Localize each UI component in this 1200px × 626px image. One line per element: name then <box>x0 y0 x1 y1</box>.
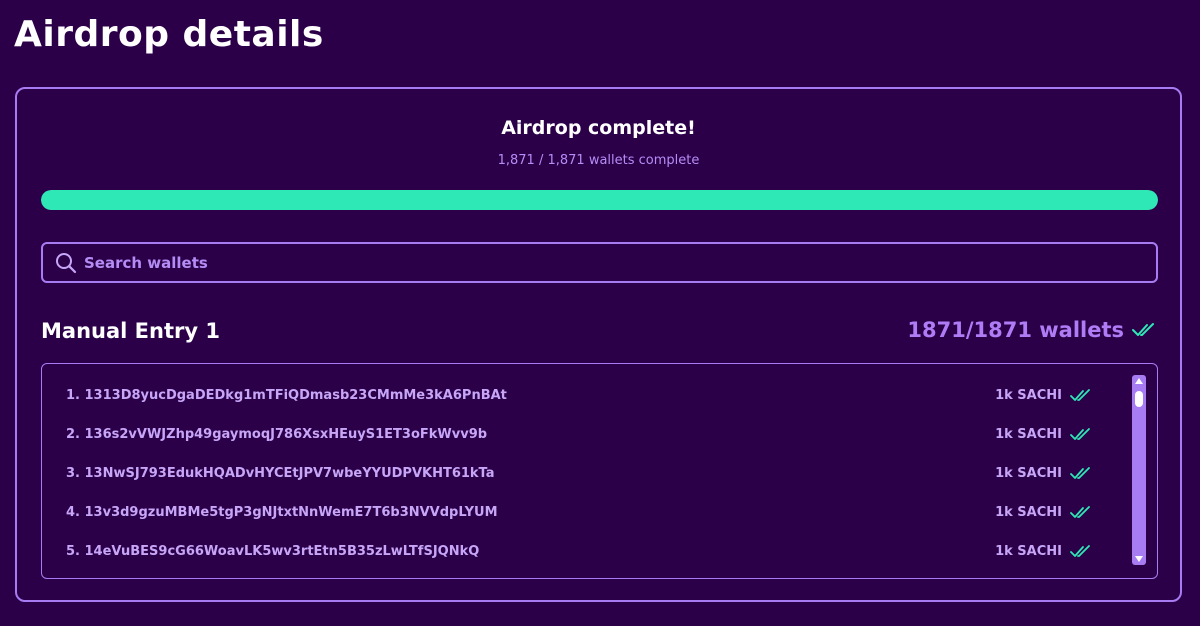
wallet-list[interactable]: 1. 1313D8yucDgaDEDkg1mTFiQDmasb23CMmMe3k… <box>41 363 1158 579</box>
wallet-amount-label: 1k SACHI <box>995 388 1062 403</box>
wallet-amount-label: 1k SACHI <box>995 544 1062 559</box>
wallet-amount: 1k SACHI <box>995 466 1092 481</box>
wallet-address: 3. 13NwSJ793EdukHQADvHYCEtJPV7wbeYYUDPVK… <box>66 466 495 481</box>
double-check-icon <box>1070 388 1092 403</box>
wallets-complete-text: 1,871 / 1,871 wallets complete <box>497 153 700 168</box>
wallet-row: 5. 14eVuBES9cG66WoavLK5wv3rtEtn5B35zLwLT… <box>42 532 1122 571</box>
wallet-amount: 1k SACHI <box>995 427 1092 442</box>
double-check-icon <box>1070 544 1092 559</box>
wallet-row: 3. 13NwSJ793EdukHQADvHYCEtJPV7wbeYYUDPVK… <box>42 454 1122 493</box>
group-wallet-count-label: 1871/1871 wallets <box>907 318 1124 342</box>
wallet-address: 2. 136s2vVWJZhp49gaymoqJ786XsxHEuyS1ET3o… <box>66 427 488 442</box>
wallet-address: 4. 13v3d9gzuMBMe5tgP3gNJtxtNnWemE7T6b3NV… <box>66 505 498 520</box>
wallet-address: 5. 14eVuBES9cG66WoavLK5wv3rtEtn5B35zLwLT… <box>66 544 480 559</box>
wallet-row: 2. 136s2vVWJZhp49gaymoqJ786XsxHEuyS1ET3o… <box>42 415 1122 454</box>
page-title: Airdrop details <box>14 14 324 55</box>
wallet-row: 4. 13v3d9gzuMBMe5tgP3gNJtxtNnWemE7T6b3NV… <box>42 493 1122 532</box>
double-check-icon <box>1070 466 1092 481</box>
wallet-amount: 1k SACHI <box>995 388 1092 403</box>
airdrop-details-page: Airdrop details Airdrop complete! 1,871 … <box>0 0 1200 626</box>
airdrop-progress-bar <box>41 190 1158 210</box>
wallet-amount: 1k SACHI <box>995 505 1092 520</box>
wallet-address: 1. 1313D8yucDgaDEDkg1mTFiQDmasb23CMmMe3k… <box>66 388 507 403</box>
scroll-up-arrow-icon[interactable] <box>1132 376 1146 386</box>
search-wallets-input[interactable] <box>84 244 1156 281</box>
wallet-amount-label: 1k SACHI <box>995 505 1062 520</box>
airdrop-status-title: Airdrop complete! <box>501 117 696 139</box>
progress-bar-fill <box>41 190 1158 210</box>
double-check-icon <box>1070 427 1092 442</box>
wallet-amount: 1k SACHI <box>995 544 1092 559</box>
scroll-down-arrow-icon[interactable] <box>1132 554 1146 564</box>
wallet-amount-label: 1k SACHI <box>995 466 1062 481</box>
airdrop-panel: Airdrop complete! 1,871 / 1,871 wallets … <box>15 87 1182 602</box>
scrollbar-thumb[interactable] <box>1135 391 1143 407</box>
double-check-icon <box>1132 322 1156 338</box>
double-check-icon <box>1070 505 1092 520</box>
wallet-list-scrollbar[interactable] <box>1132 375 1146 565</box>
wallet-amount-label: 1k SACHI <box>995 427 1062 442</box>
search-box[interactable] <box>41 242 1158 283</box>
group-wallet-count: 1871/1871 wallets <box>907 318 1156 342</box>
search-icon <box>54 251 78 275</box>
group-title: Manual Entry 1 <box>41 319 220 343</box>
wallet-row: 1. 1313D8yucDgaDEDkg1mTFiQDmasb23CMmMe3k… <box>42 376 1122 415</box>
